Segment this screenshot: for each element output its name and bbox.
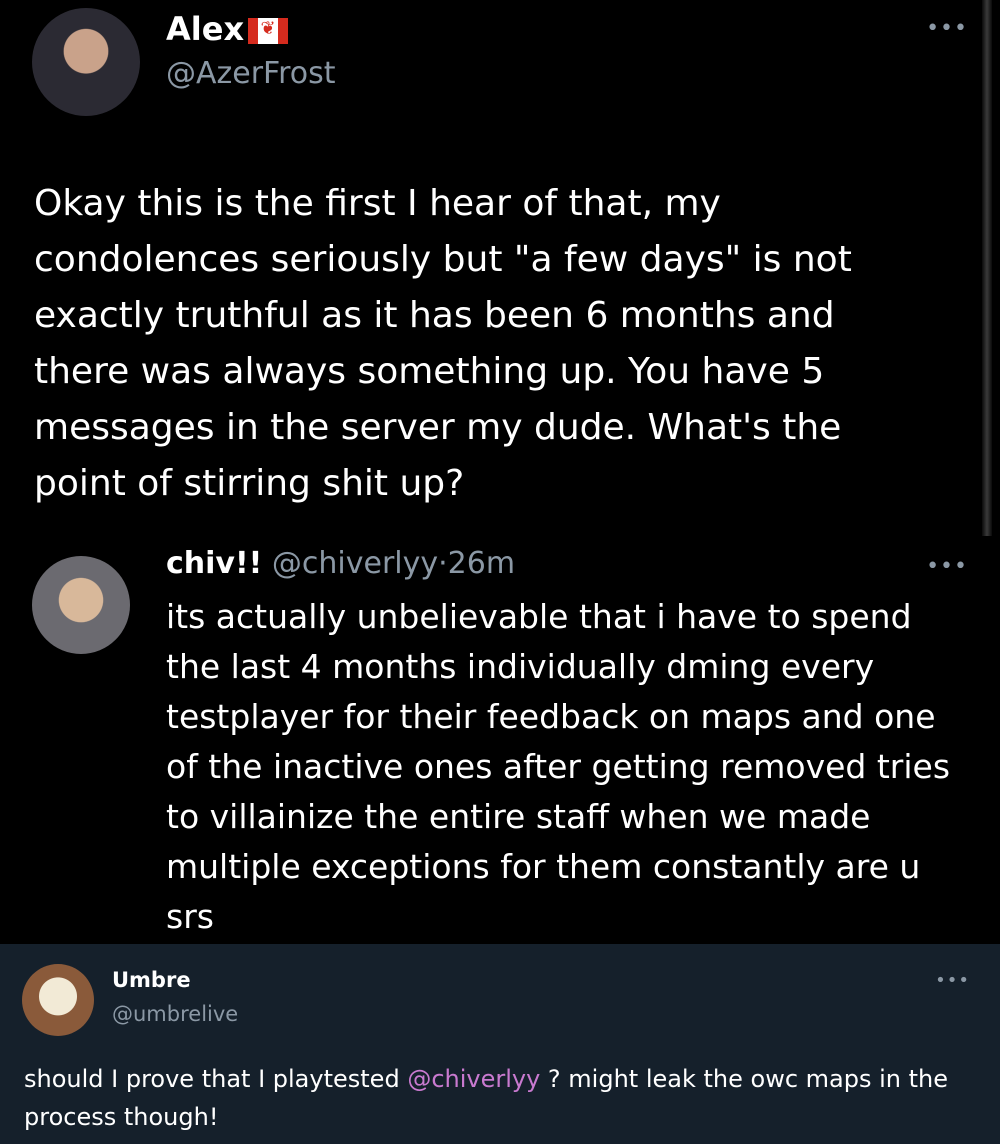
tweet-text: Okay this is the first I hear of that, m… <box>34 183 852 504</box>
more-options-icon[interactable]: ••• <box>926 18 968 40</box>
more-options-icon[interactable]: ••• <box>935 972 970 990</box>
tweet-text-start: should I prove that I playtested <box>24 1065 408 1093</box>
timestamp[interactable]: 26m <box>448 546 515 581</box>
tweet-chiv: chiv!! @chiverlyy·26m ••• its actually u… <box>0 536 1000 944</box>
user-handle[interactable]: @chiverlyy <box>272 546 438 581</box>
display-name-text[interactable]: Alex <box>166 10 244 48</box>
avatar[interactable] <box>32 8 140 116</box>
avatar[interactable] <box>22 964 94 1036</box>
user-handle[interactable]: @AzerFrost <box>166 56 336 91</box>
display-name[interactable]: Umbre <box>112 968 191 992</box>
tweet-umbre: Umbre @umbrelive ••• should I prove that… <box>0 944 1000 1144</box>
tweet-text: its actually unbelievable that i have to… <box>166 597 951 936</box>
tweet-alex: Alex @AzerFrost ••• Okay this is the fir… <box>0 0 1000 536</box>
more-options-icon[interactable]: ••• <box>926 556 968 578</box>
tweet-text: should I prove that I playtested @chiver… <box>24 1060 974 1136</box>
user-handle[interactable]: @umbrelive <box>112 1002 238 1026</box>
scrollbar[interactable] <box>982 0 992 536</box>
canada-flag-icon <box>248 16 289 44</box>
tweet-header: chiv!! @chiverlyy·26m <box>166 546 515 581</box>
avatar[interactable] <box>32 556 130 654</box>
display-name[interactable]: Alex <box>166 10 289 48</box>
display-name[interactable]: chiv!! <box>166 546 262 581</box>
mention-link[interactable]: @chiverlyy <box>407 1065 540 1093</box>
meta-separator: · <box>438 546 448 581</box>
